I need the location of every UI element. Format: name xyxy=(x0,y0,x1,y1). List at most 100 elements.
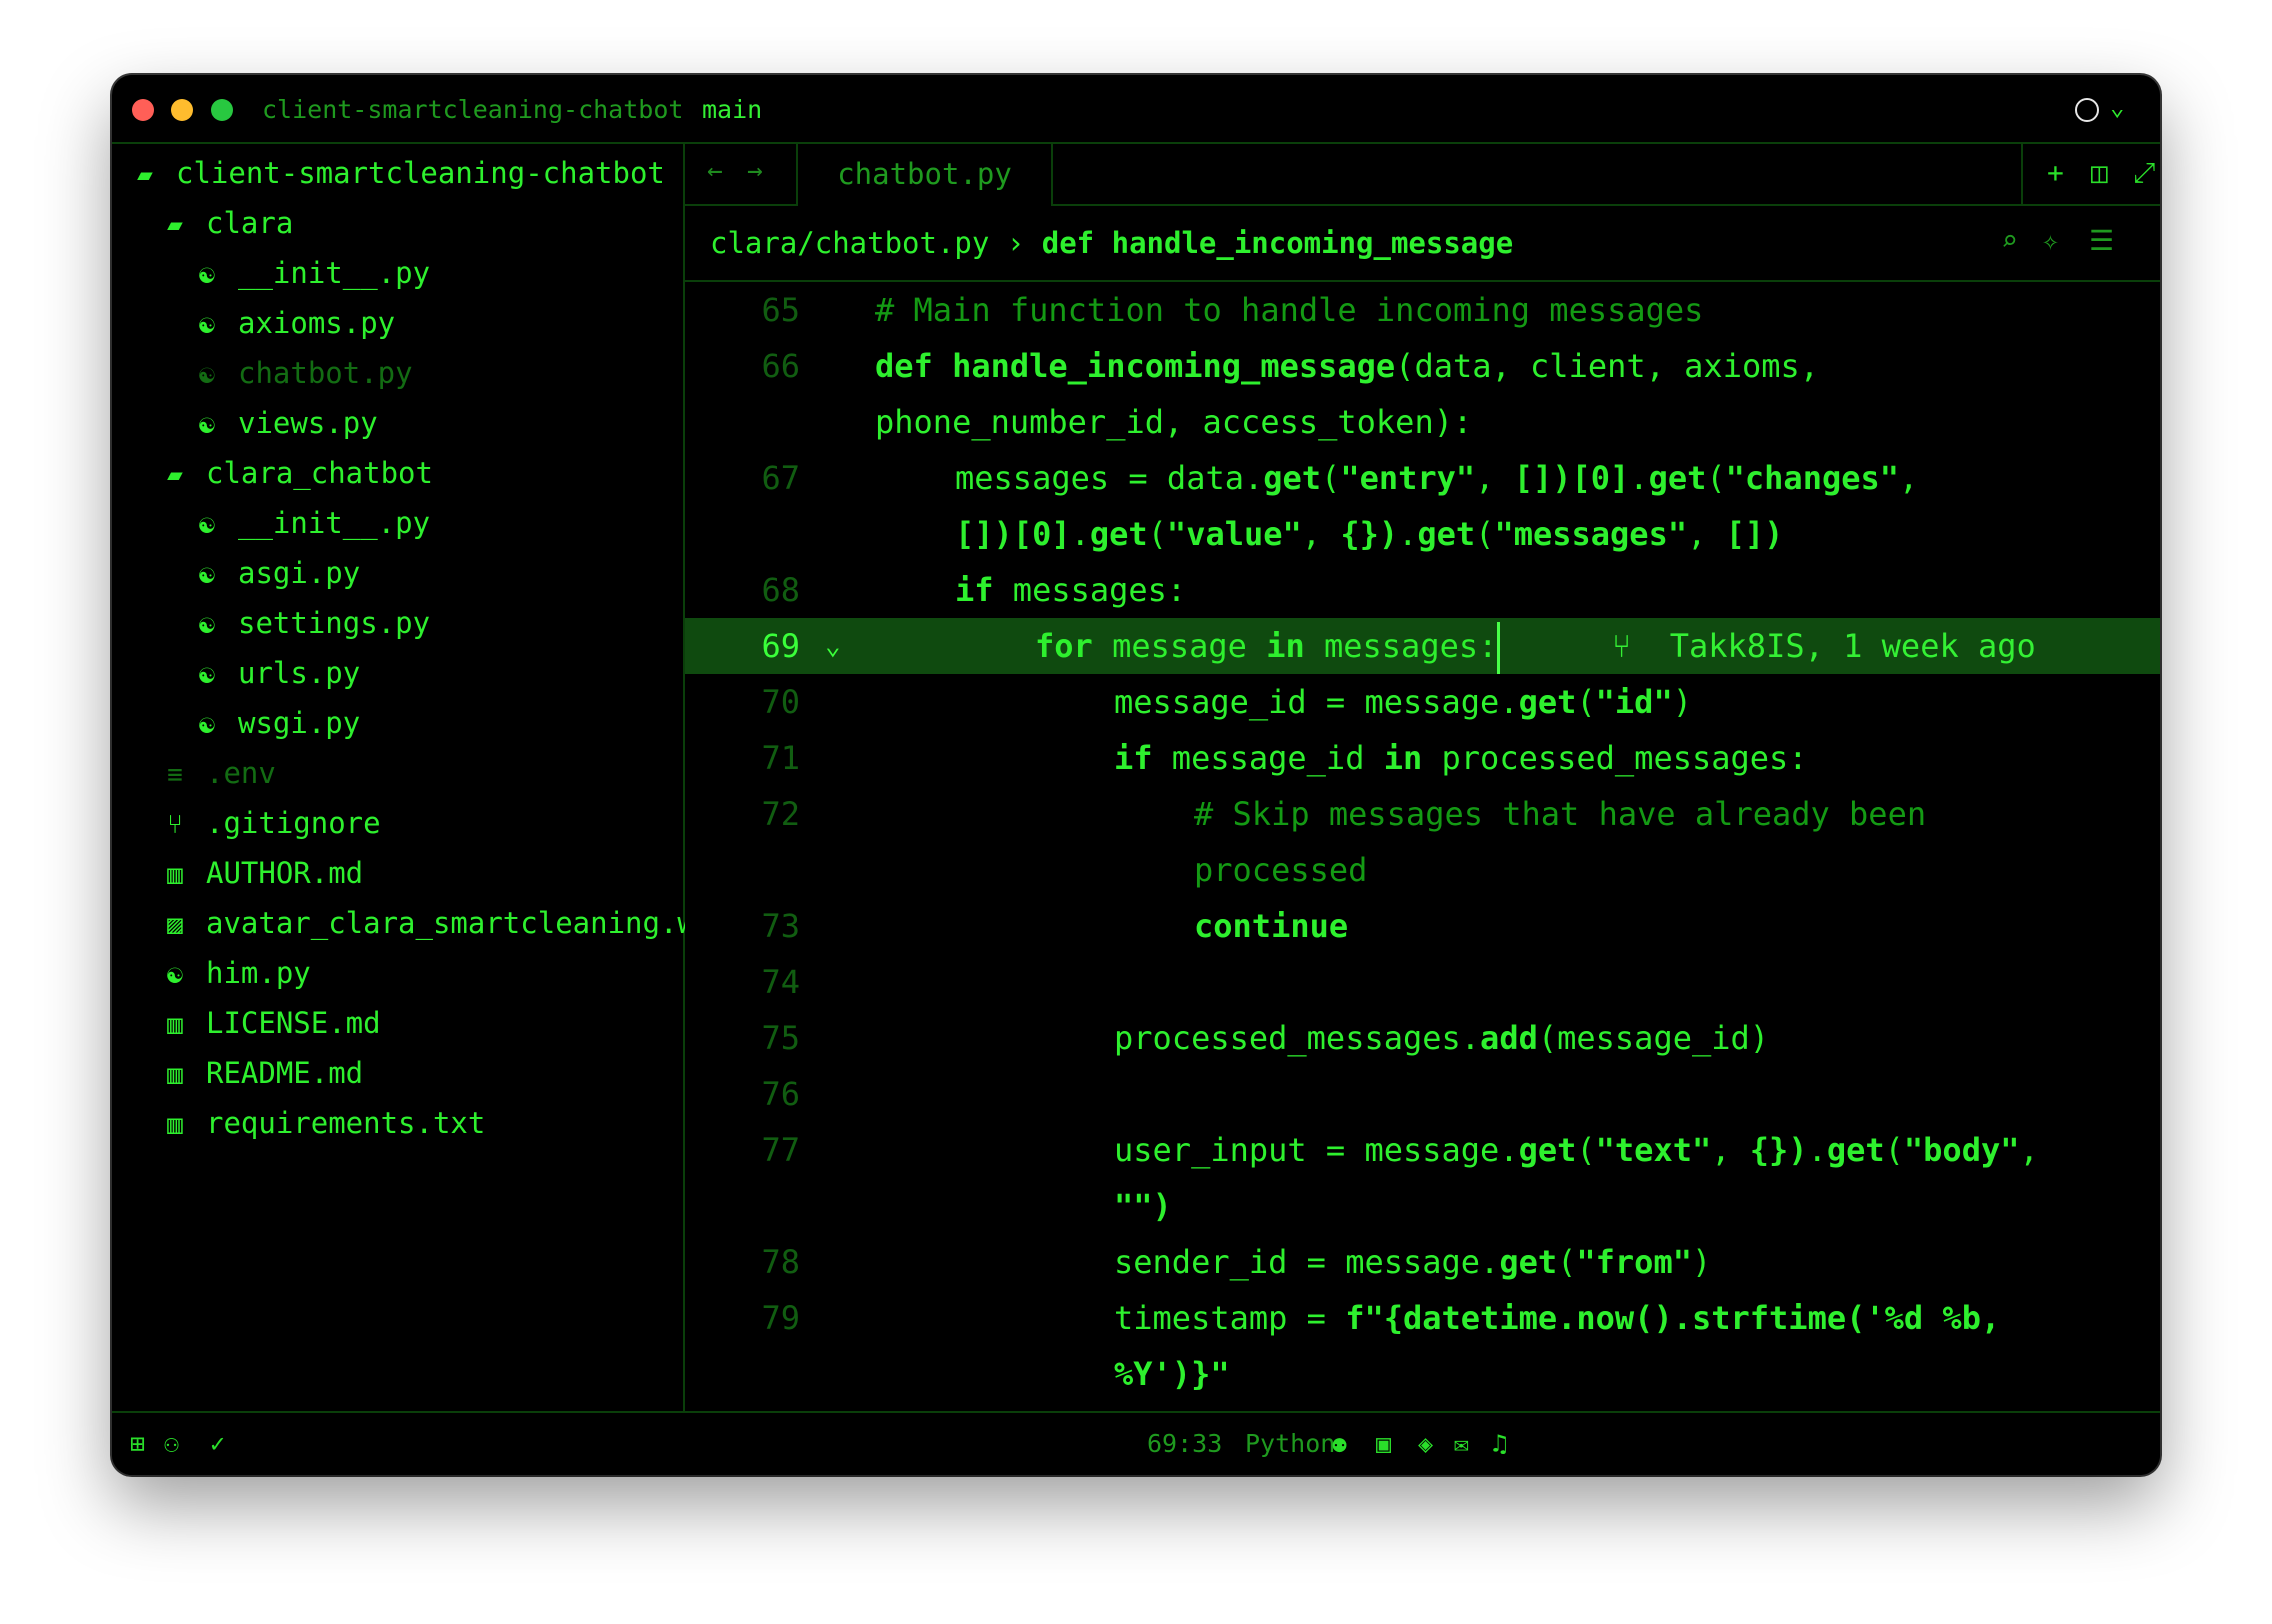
project-tree-icon[interactable]: ⊞ xyxy=(130,1429,145,1458)
code-line[interactable]: 72 # Skip messages that have already been xyxy=(685,786,2160,842)
tree-item[interactable]: ▥ README.md xyxy=(160,1048,685,1098)
tab-bar: ← → chatbot.py + ◫ ⤢ xyxy=(685,144,2160,206)
tree-item[interactable]: ☯ axioms.py xyxy=(192,298,685,348)
line-number: 66 xyxy=(761,347,800,385)
tree-item[interactable]: ▨ avatar_clara_smartcleaning.webp xyxy=(160,898,685,948)
code-line[interactable]: 75 processed_messages.add(message_id) xyxy=(685,1010,2160,1066)
tree-item[interactable]: ▥ requirements.txt xyxy=(160,1098,685,1148)
bell-icon[interactable]: ♫ xyxy=(1492,1429,1507,1458)
code-line[interactable]: 68 if messages: xyxy=(685,562,2160,618)
breadcrumb-path[interactable]: clara/chatbot.py xyxy=(710,226,989,260)
back-arrow-icon[interactable]: ← xyxy=(707,156,723,186)
collaborators-icon[interactable]: ⚇ xyxy=(164,1429,179,1458)
tree-item-label: avatar_clara_smartcleaning.webp xyxy=(206,906,685,940)
code-line[interactable]: 77 user_input = message.get("text", {}).g… xyxy=(685,1122,2160,1178)
code-line[interactable]: 70 message_id = message.get("id") xyxy=(685,674,2160,730)
tree-item[interactable]: ☯ wsgi.py xyxy=(192,698,685,748)
tree-item[interactable]: ☯ views.py xyxy=(192,398,685,448)
code-line[interactable]: processed xyxy=(685,842,2160,898)
close-window-button[interactable] xyxy=(132,99,154,121)
project-name[interactable]: client-smartcleaning-chatbot xyxy=(262,95,683,124)
python-icon: ☯ xyxy=(167,960,183,990)
tree-item[interactable]: ▥ LICENSE.md xyxy=(160,998,685,1048)
tree-item[interactable]: ☯ asgi.py xyxy=(192,548,685,598)
terminal-icon[interactable]: ▣ xyxy=(1376,1429,1391,1458)
tree-item-label: views.py xyxy=(238,406,378,440)
forward-arrow-icon[interactable]: → xyxy=(747,156,763,186)
magic-wand-icon[interactable]: ✧ xyxy=(2042,224,2059,257)
tree-item[interactable]: ☯ __init__.py xyxy=(192,248,685,298)
code-line[interactable]: 79 timestamp = f"{datetime.now().strftime… xyxy=(685,1290,2160,1346)
editor-window: client-smartcleaning-chatbot main ⌄ ▰ cli… xyxy=(112,75,2160,1475)
language-selector[interactable]: Python xyxy=(1245,1429,1335,1458)
assistant-icon[interactable]: ◈ xyxy=(1418,1429,1433,1458)
code-line[interactable]: 66 def handle_incoming_message(data, clie… xyxy=(685,338,2160,394)
tree-item[interactable]: ☯ urls.py xyxy=(192,648,685,698)
code-text: # Main function to handle incoming messa… xyxy=(875,291,1704,329)
python-icon: ☯ xyxy=(199,510,215,540)
tree-item[interactable]: ⑂ .gitignore xyxy=(160,798,685,848)
line-number: 75 xyxy=(761,1019,800,1057)
tree-item[interactable]: ☯ settings.py xyxy=(192,598,685,648)
code-line[interactable]: [])[0].get("value", {}).get("messages", … xyxy=(685,506,2160,562)
python-icon: ☯ xyxy=(199,710,215,740)
inline-blame[interactable]: ⑂ Takk8IS, 1 week ago xyxy=(1612,618,2036,674)
tree-item-label: wsgi.py xyxy=(238,706,361,740)
git-branch-icon: ⑂ xyxy=(167,810,183,840)
fold-chevron-icon[interactable]: ⌄ xyxy=(825,618,841,674)
tree-item[interactable]: ▰ client-smartcleaning-chatbot xyxy=(130,148,685,198)
book-icon: ▥ xyxy=(167,1060,183,1090)
code-text: timestamp = f"{datetime.now().strftime('… xyxy=(1114,1299,2001,1337)
code-text: sender_id = message.get("from") xyxy=(1114,1243,1712,1281)
code-line[interactable]: 65 # Main function to handle incoming mes… xyxy=(685,282,2160,338)
code-line[interactable]: 73 continue xyxy=(685,898,2160,954)
copilot-icon[interactable]: ⚉ xyxy=(1332,1429,1347,1458)
code-text: user_input = message.get("text", {}).get… xyxy=(1114,1131,2039,1169)
python-icon: ☯ xyxy=(199,310,215,340)
folder-open-icon: ▰ xyxy=(167,460,183,490)
tree-item[interactable]: ☯ him.py xyxy=(160,948,685,998)
chat-icon[interactable]: ✉ xyxy=(1454,1429,1469,1458)
tree-item[interactable]: ☯ __init__.py xyxy=(192,498,685,548)
code-line[interactable]: %Y')}" xyxy=(685,1346,2160,1402)
tree-item[interactable]: ▰ clara xyxy=(160,198,685,248)
minimize-window-button[interactable] xyxy=(171,99,193,121)
editor-pane: ← → chatbot.py + ◫ ⤢ clara/chatbot.py › … xyxy=(685,144,2160,1475)
code-text: phone_number_id, access_token): xyxy=(875,403,1473,441)
code-line[interactable]: 67 messages = data.get("entry", [])[0].ge… xyxy=(685,450,2160,506)
tree-item[interactable]: ▥ AUTHOR.md xyxy=(160,848,685,898)
active-code-line[interactable]: 69 ⌄ for message in messages: ⑂ Takk8IS, 1 … xyxy=(685,618,2160,674)
check-icon[interactable]: ✓ xyxy=(210,1429,225,1458)
chevron-down-icon[interactable]: ⌄ xyxy=(2110,93,2124,121)
tree-item[interactable]: ▰ clara_chatbot xyxy=(160,448,685,498)
code-line[interactable]: 71 if message_id in processed_messages: xyxy=(685,730,2160,786)
sliders-icon[interactable]: ☰ xyxy=(2089,224,2114,257)
code-text: messages = data.get("entry", [])[0].get(… xyxy=(955,459,1919,497)
tree-item-label: client-smartcleaning-chatbot xyxy=(176,156,665,190)
split-pane-icon[interactable]: ◫ xyxy=(2091,156,2108,189)
code-line[interactable]: 74 xyxy=(685,954,2160,1010)
maximize-icon[interactable]: ⤢ xyxy=(2133,156,2155,190)
plus-icon[interactable]: + xyxy=(2047,156,2064,189)
breadcrumb-symbol[interactable]: def handle_incoming_message xyxy=(1042,226,1513,260)
cursor-position[interactable]: 69:33 xyxy=(1147,1429,1222,1458)
code-line[interactable]: 76 xyxy=(685,1066,2160,1122)
tree-item-label: README.md xyxy=(206,1056,364,1090)
line-number: 72 xyxy=(761,795,800,833)
code-line[interactable]: phone_number_id, access_token): xyxy=(685,394,2160,450)
branch-name[interactable]: main xyxy=(702,95,762,124)
zoom-window-button[interactable] xyxy=(211,99,233,121)
tree-item-label: .env xyxy=(206,756,276,790)
code-text: %Y')}" xyxy=(1114,1355,1230,1393)
code-line[interactable]: "") xyxy=(685,1178,2160,1234)
tree-item-label: __init__.py xyxy=(238,256,431,290)
search-icon[interactable]: ⌕ xyxy=(2001,224,2018,257)
code-line[interactable]: 78 sender_id = message.get("from") xyxy=(685,1234,2160,1290)
tab-chatbot-py[interactable]: chatbot.py xyxy=(796,144,1053,206)
code-editor[interactable]: 65 # Main function to handle incoming mes… xyxy=(685,282,2160,1475)
user-status-icon[interactable] xyxy=(2075,98,2099,122)
lines-icon: ≡ xyxy=(167,760,183,790)
tree-item[interactable]: ≡ .env xyxy=(160,748,685,798)
code-text: # Skip messages that have already been xyxy=(1194,795,1927,833)
tree-item[interactable]: ☯ chatbot.py xyxy=(192,348,685,398)
